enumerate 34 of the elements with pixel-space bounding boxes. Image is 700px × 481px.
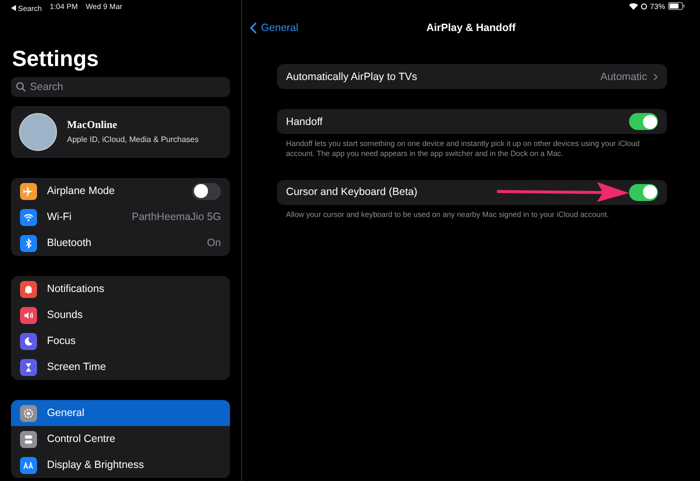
sidebar-item[interactable]: Screen Time [11,354,230,380]
profile-subtitle: Apple ID, iCloud, Media & Purchases [67,135,199,144]
toggle-switch[interactable] [629,184,658,200]
sidebar-title: Settings [12,46,100,72]
chevron-right-icon [653,72,658,80]
profile-card[interactable]: MacOnline Apple ID, iCloud, Media & Purchases [11,106,230,158]
item-value: On [206,237,221,249]
page-title: AirPlay & Handoff [426,22,516,34]
sidebar-item[interactable]: Focus [11,328,230,354]
settings-row[interactable]: Automatically AirPlay to TVs Automatic [277,64,667,89]
battery-icon [668,2,685,10]
alarm-icon [640,2,647,10]
search-icon [16,82,26,92]
settings-row[interactable]: Cursor and Keyboard (Beta) [277,180,667,204]
chevron-left-icon [250,22,257,34]
row-value: Automatic [600,70,647,82]
sidebar-item[interactable]: General [11,400,230,426]
avatar [19,113,57,151]
sidebar-item[interactable]: Wi-Fi ParthHeemaJio 5G [11,204,230,230]
settings-row[interactable]: Handoff [277,109,667,134]
toggle-switch[interactable] [192,182,221,200]
sidebar-item[interactable]: Bluetooth On [11,230,230,256]
item-value: ParthHeemaJio 5G [132,211,221,223]
search-field[interactable]: Search [11,77,230,97]
sidebar-item[interactable]: Control Centre [11,426,230,452]
sidebar-item[interactable]: Notifications [11,276,230,302]
sidebar-item[interactable]: Airplane Mode [11,178,230,204]
sidebar-item[interactable]: Display & Brightness [11,452,230,478]
toggle-switch[interactable] [629,113,658,130]
profile-name: MacOnline [67,120,118,131]
back-button[interactable]: General [250,22,298,34]
wifi-icon [628,2,638,10]
sidebar-item[interactable]: Sounds [11,302,230,328]
back-triangle-icon [11,5,16,11]
